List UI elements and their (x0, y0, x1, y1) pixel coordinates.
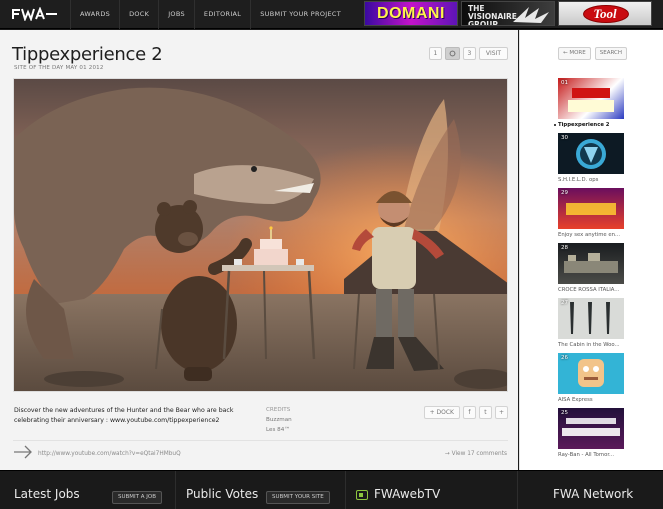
ad-banners: DOMANI THE VISIONAIRE GROUP Tool (364, 1, 652, 26)
site-item-label: Enjoy sex anytime en... (558, 232, 621, 238)
site-item-number: 30 (561, 135, 568, 141)
ad-domani-text: DOMANI (377, 5, 445, 22)
credits: CREDITS Buzzman Les 84™ (266, 405, 292, 435)
main-nav: AWARDS DOCK JOBS EDITORIAL SUBMIT YOUR P… (70, 0, 350, 29)
site-item-number: 28 (561, 245, 568, 251)
ad-visionaire[interactable]: THE VISIONAIRE GROUP (461, 1, 555, 26)
site-list: 01 Tippexperience 2 30 S.H.I.E.L.D. ops … (554, 78, 624, 463)
sidebar-buttons: ← MORE SEARCH (558, 47, 627, 60)
sidebar: ← MORE SEARCH 01 Tippexperience 2 30 S.H… (519, 30, 663, 470)
refresh-icon (449, 50, 456, 57)
credit-les84[interactable]: Les 84™ (266, 425, 292, 435)
site-item-ray-ban[interactable]: 25 Ray-Ban - All Tomor... (558, 408, 624, 463)
page-3-button[interactable]: 3 (462, 47, 476, 60)
site-item-label: AISA Express (558, 397, 593, 403)
wing-icon (513, 7, 549, 23)
ad-tool[interactable]: Tool (558, 1, 652, 26)
hero-image[interactable] (13, 78, 508, 392)
site-item-number: 27 (561, 300, 568, 306)
site-item-shield[interactable]: 30 S.H.I.E.L.D. ops (558, 133, 624, 188)
site-item-label: Ray-Ban - All Tomor... (558, 452, 615, 458)
public-votes-title[interactable]: Public Votes (186, 487, 258, 501)
share-actions: + DOCK f t + (423, 406, 508, 419)
footer-latest-jobs: Latest Jobs SUBMIT A JOB (0, 471, 176, 509)
plus-share-button[interactable]: + (494, 406, 508, 419)
credit-buzzman[interactable]: Buzzman (266, 415, 292, 425)
ad-domani[interactable]: DOMANI (364, 1, 458, 26)
site-item-label: The Cabin in the Woo... (558, 342, 620, 348)
page-subtitle: SITE OF THE DAY MAY 01 2012 (14, 65, 104, 71)
hero-illustration (14, 79, 507, 391)
twitter-share-button[interactable]: t (478, 406, 492, 419)
site-item-number: 01 (561, 80, 568, 86)
fwawebtv-title[interactable]: FWAwebTV (374, 487, 440, 501)
site-item-number: 25 (561, 410, 568, 416)
site-item-cabin-woods[interactable]: 27 The Cabin in the Woo... (558, 298, 624, 353)
latest-jobs-title[interactable]: Latest Jobs (14, 487, 80, 501)
arrow-right-icon (14, 445, 32, 459)
project-description: Discover the new adventures of the Hunte… (14, 407, 234, 424)
page-1-button[interactable]: 1 (428, 47, 442, 60)
nav-jobs[interactable]: JOBS (158, 0, 194, 29)
refresh-button[interactable] (444, 47, 460, 60)
submit-job-button[interactable]: SUBMIT A JOB (112, 491, 163, 504)
footer-webtv: FWAwebTV (346, 471, 518, 509)
facebook-share-button[interactable]: f (462, 406, 476, 419)
credits-heading: CREDITS (266, 407, 291, 413)
nav-awards[interactable]: AWARDS (70, 0, 119, 29)
nav-submit-project[interactable]: SUBMIT YOUR PROJECT (250, 0, 350, 29)
ad-visionaire-text: THE VISIONAIRE GROUP (468, 4, 517, 26)
main-content: Tippexperience 2 SITE OF THE DAY MAY 01 … (0, 30, 518, 470)
site-item-enjoy-sex[interactable]: 29 Enjoy sex anytime en... (558, 188, 624, 243)
site-item-tippexperience[interactable]: 01 Tippexperience 2 (554, 78, 624, 133)
visit-button[interactable]: VISIT (478, 47, 508, 60)
divider (13, 440, 508, 441)
site-item-croce-rossa[interactable]: 28 CROCE ROSSA ITALIA... (558, 243, 624, 298)
page-title: Tippexperience 2 (12, 44, 163, 65)
site-item-aisa-express[interactable]: 26 AISA Express (558, 353, 624, 408)
top-bar: AWARDS DOCK JOBS EDITORIAL SUBMIT YOUR P… (0, 0, 663, 29)
project-url-link[interactable]: http://www.youtube.com/watch?v=eQtai7HMb… (38, 451, 181, 457)
search-button[interactable]: SEARCH (594, 47, 627, 60)
view-comments-link[interactable]: → View 17 comments (445, 451, 507, 457)
tv-icon (356, 490, 368, 500)
site-item-number: 29 (561, 190, 568, 196)
footer-network: FWA Network (518, 471, 663, 509)
fwa-logo[interactable] (12, 7, 57, 21)
site-item-number: 26 (561, 355, 568, 361)
site-item-label: S.H.I.E.L.D. ops (558, 177, 599, 183)
footer: Latest Jobs SUBMIT A JOB Public Votes SU… (0, 470, 663, 509)
site-item-label: CROCE ROSSA ITALIA... (558, 287, 620, 293)
ad-tool-text: Tool (593, 6, 617, 21)
nav-dock[interactable]: DOCK (119, 0, 158, 29)
footer-public-votes: Public Votes SUBMIT YOUR SITE (176, 471, 346, 509)
submit-site-button[interactable]: SUBMIT YOUR SITE (266, 491, 330, 504)
title-controls: 1 3 VISIT (428, 47, 508, 60)
nav-editorial[interactable]: EDITORIAL (193, 0, 250, 29)
add-to-dock-button[interactable]: + DOCK (423, 406, 460, 419)
more-button[interactable]: ← MORE (558, 47, 591, 60)
site-item-label: Tippexperience 2 (558, 122, 610, 128)
fwa-network-title[interactable]: FWA Network (553, 487, 633, 501)
